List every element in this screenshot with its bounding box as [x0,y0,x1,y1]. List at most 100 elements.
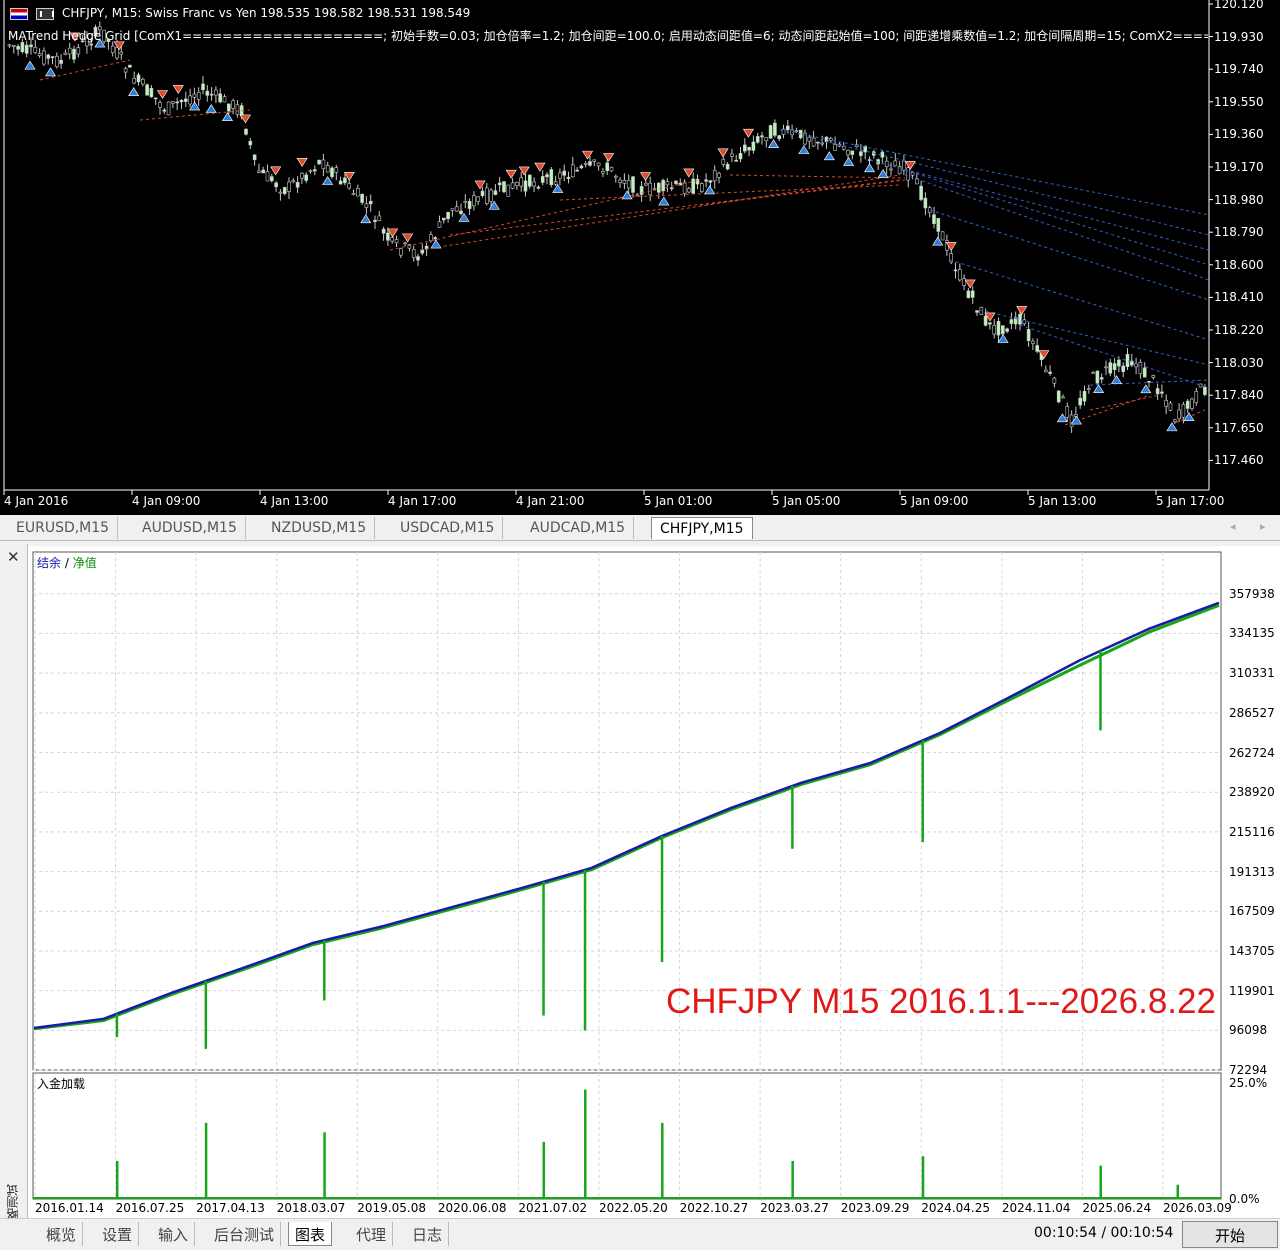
tab-audusd[interactable]: AUDUSD,M15 [134,517,246,539]
candle-body [1099,377,1104,380]
price-level-label: 118.980 [1214,192,1264,207]
tab-chfjpy[interactable]: CHFJPY,M15 [651,517,753,539]
sell-arrow-icon [474,180,486,190]
sell-arrow-icon [683,168,695,178]
candle-body [850,150,855,155]
tab-eurusd[interactable]: EURUSD,M15 [8,517,119,539]
candle-body [1194,391,1199,404]
candle-body [747,147,751,151]
chart-watermark: CHFJPY M15 2016.1.1---2026.8.22 [666,982,1216,1021]
legend-equity: 净值 [72,556,97,570]
candle-body [1044,369,1048,373]
candle-body [760,135,764,138]
candle-body [1117,359,1121,367]
candle-body [1074,414,1078,417]
candle-body [811,137,816,147]
tab-settings[interactable]: 设置 [96,1222,140,1246]
tab-scroll-left-icon[interactable]: ◂ [1230,520,1236,533]
legend-balance: 结余 [37,556,62,570]
candle-body [558,172,562,179]
candle-body [996,321,1001,336]
tab-agents[interactable]: 代理 [350,1222,394,1246]
tab-overview[interactable]: 概览 [40,1222,84,1246]
buy-arrow-icon [44,67,57,77]
price-chart[interactable]: CHFJPY, M15: Swiss Franc vs Yen 198.535 … [0,0,1280,515]
buy-arrow-icon [658,196,670,206]
start-button[interactable]: 开始 [1182,1221,1278,1248]
candle-body [330,167,334,178]
candle-body [196,92,201,100]
candle-body [493,190,498,195]
candle-body [816,141,820,144]
candle-body [325,165,330,173]
tab-nzdusd[interactable]: NZDUSD,M15 [263,517,376,539]
candle-body [420,249,425,254]
candle-body [1177,409,1181,420]
candle-body [37,53,42,56]
candle-body [1065,406,1070,418]
candle-body [1005,328,1009,332]
tester-graph[interactable]: 结余 / 净值 357938 334135 310331 286527 262724 23… [28,546,1280,1220]
candle-body [609,166,614,172]
buy-arrow-icon [128,87,140,96]
candle-body [29,44,33,48]
candle-body [656,182,661,193]
candle-body [446,211,450,219]
tester-tab-bar: 概览 设置 输入 后台测试 图表 代理 日志 00:10:54 / 00:10:… [0,1218,1280,1250]
candle-body [953,269,958,272]
tab-scroll-right-icon[interactable]: ▸ [1260,520,1266,533]
candle-body [1056,390,1061,403]
candle-body [46,54,51,59]
mt4-window: CHFJPY, M15: Swiss Franc vs Yen 198.535 … [0,0,1280,1250]
time-label: 4 Jan 17:00 [388,494,457,508]
tab-backtest[interactable]: 后台测试 [208,1222,282,1246]
candle-body [669,187,674,190]
sell-arrow-icon [717,148,729,158]
candle-body [261,169,266,174]
candle-body [540,176,545,183]
tab-graph[interactable]: 图表 [288,1222,333,1246]
price-chart-canvas[interactable] [0,0,1280,515]
candle-body [549,169,554,186]
candle-body [768,125,773,139]
balance-tick-label: 262724 [1229,745,1275,760]
candle-body [141,79,145,85]
price-level-label: 117.650 [1214,420,1264,435]
candle-body [1198,383,1203,388]
time-label: 5 Jan 17:00 [1156,494,1225,508]
date-tick-label: 2022.10.27 [679,1201,749,1215]
close-icon[interactable]: ✕ [7,548,20,566]
candle-body [317,159,321,165]
candle-body [269,176,274,182]
candle-body [201,83,205,91]
time-label: 5 Jan 13:00 [1028,494,1097,508]
candle-body [764,137,769,142]
candle-body [355,188,360,197]
sell-arrow-icon [603,153,615,162]
tab-inputs[interactable]: 输入 [152,1222,196,1246]
candle-body [661,179,665,192]
candle-body [123,68,128,73]
candle-body [42,50,46,65]
candle-body [708,180,713,183]
candle-body [893,160,898,166]
grid-link-line [904,174,1210,281]
tab-journal[interactable]: 日志 [406,1222,450,1246]
candle-body [1031,340,1035,344]
tab-audcad[interactable]: AUDCAD,M15 [522,517,635,539]
candle-body [227,103,231,112]
candle-body [1069,414,1074,428]
symbol-tab-bar: EURUSD,M15 AUDUSD,M15 NZDUSD,M15 USDCAD,… [0,515,1280,541]
candle-body [523,180,528,192]
candle-body [136,74,141,83]
candle-body [132,77,136,84]
candle-body [1061,396,1065,399]
candle-body [76,47,81,55]
date-tick-label: 2024.11.04 [1001,1201,1071,1215]
candle-body [712,170,717,182]
candle-body [252,154,257,160]
tab-usdcad[interactable]: USDCAD,M15 [392,517,504,539]
buy-arrow-icon [552,184,564,193]
date-tick-label: 2023.03.27 [760,1201,829,1215]
deposit-load-bar [661,1122,664,1199]
